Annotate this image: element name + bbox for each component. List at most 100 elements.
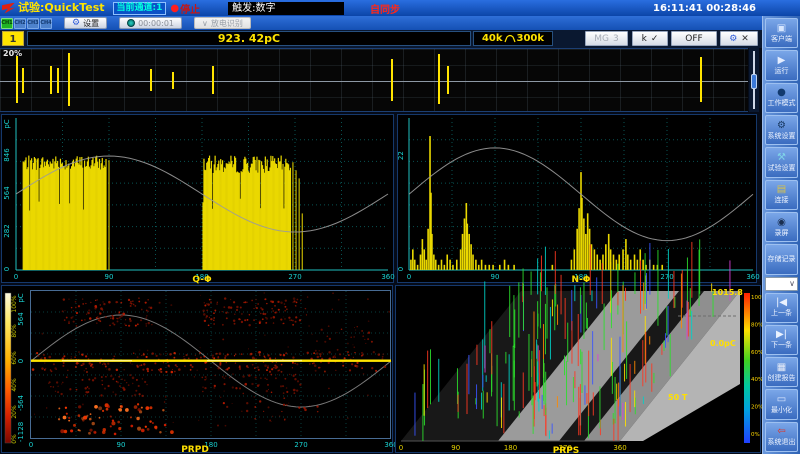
pulse-overview-strip: 20% bbox=[0, 48, 748, 112]
strip-zero-line bbox=[0, 81, 748, 82]
client-icon: ▣ bbox=[777, 24, 786, 34]
app-logo-icon bbox=[2, 3, 15, 14]
close-icon: ✕ bbox=[741, 34, 749, 44]
record-label: 录屏 bbox=[775, 229, 789, 237]
run-icon: ▶ bbox=[778, 56, 786, 66]
test-title: 试验:QuickTest bbox=[18, 0, 105, 16]
mg-label: MG bbox=[594, 34, 609, 44]
measurement-row: 1 923. 42pC 40k 300k MG 3 k ✓ OFF ⚙ ✕ bbox=[0, 30, 762, 48]
pulse-spike bbox=[700, 57, 702, 102]
discharge-recognition-button: ∨ 放电识别 bbox=[194, 17, 251, 29]
sidebar-item-client[interactable]: ▣客户端 bbox=[765, 18, 798, 48]
svg-text:pC: pC bbox=[17, 293, 25, 302]
svg-text:270: 270 bbox=[660, 273, 673, 281]
channel-3-button[interactable]: CH3 bbox=[27, 18, 39, 29]
elapsed-time: 00:28:46 bbox=[706, 3, 756, 14]
test-settings-label: 试验设置 bbox=[768, 164, 796, 172]
system-settings-label: 系统设置 bbox=[768, 132, 796, 140]
sidebar-item-create-report[interactable]: ▦创建报告 bbox=[765, 357, 798, 387]
sidebar-item-minimize[interactable]: ▭最小化 bbox=[765, 389, 798, 419]
channel-4-button[interactable]: CH4 bbox=[40, 18, 52, 29]
channel-number-badge: 1 bbox=[2, 31, 24, 46]
sidebar-record-select-dropdown[interactable]: ∨ bbox=[765, 277, 798, 291]
clock-icon bbox=[127, 19, 135, 27]
connect-label: 连接 bbox=[775, 196, 789, 204]
gain-percent-label: 20% bbox=[3, 49, 22, 58]
timer-value: 00:00:01 bbox=[138, 19, 174, 28]
sidebar-item-previous[interactable]: |◀上一条 bbox=[765, 293, 798, 323]
pulse-spike bbox=[50, 66, 52, 94]
create-report-label: 创建报告 bbox=[768, 374, 796, 382]
timer-button[interactable]: 00:00:01 bbox=[119, 17, 182, 29]
pulse-spike bbox=[57, 68, 59, 93]
current-channel-badge: 当前通道:1 bbox=[113, 2, 167, 15]
title-bar: 试验:QuickTest 当前通道:1 ● 停止 触发:数字 自同步 16:11… bbox=[0, 0, 800, 16]
svg-text:360: 360 bbox=[381, 273, 394, 281]
exit-label: 系统退出 bbox=[768, 438, 796, 446]
svg-text:PRPS: PRPS bbox=[553, 446, 580, 454]
svg-text:282: 282 bbox=[3, 224, 11, 237]
svg-text:pC: pC bbox=[3, 119, 11, 128]
work-mode-label: 工作模式 bbox=[768, 99, 796, 107]
previous-label: 上一条 bbox=[771, 309, 792, 317]
gear-close-button[interactable]: ⚙ ✕ bbox=[720, 31, 758, 46]
channel-toolbar: CH1 CH2 CH3 CH4 ⚙ 设置 00:00:01 ∨ 放电识别 bbox=[0, 16, 762, 30]
sidebar-item-next[interactable]: ▶|下一条 bbox=[765, 325, 798, 355]
pd-instrument-window: 试验:QuickTest 当前通道:1 ● 停止 触发:数字 自同步 16:11… bbox=[0, 0, 800, 454]
svg-text:0: 0 bbox=[29, 441, 33, 449]
settings-button[interactable]: ⚙ 设置 bbox=[64, 17, 107, 29]
sidebar-item-connect[interactable]: ▤连接 bbox=[765, 180, 798, 210]
pulse-spike bbox=[16, 56, 18, 104]
trigger-mode-box: 触发:数字 bbox=[228, 2, 344, 15]
unit-k-button[interactable]: k ✓ bbox=[632, 31, 668, 46]
svg-text:N-Φ: N-Φ bbox=[572, 275, 591, 285]
svg-text:360: 360 bbox=[746, 273, 759, 281]
svg-text:270: 270 bbox=[288, 273, 301, 281]
qphi-chart: 0901802703600282564846pCQ-Φ bbox=[1, 114, 394, 283]
pulse-spike bbox=[447, 66, 449, 94]
run-label: 运行 bbox=[775, 67, 789, 75]
svg-text:90: 90 bbox=[105, 273, 114, 281]
svg-text:PRPD: PRPD bbox=[181, 445, 209, 454]
sidebar-item-exit[interactable]: ⇦系统退出 bbox=[765, 422, 798, 452]
off-button[interactable]: OFF bbox=[671, 31, 717, 46]
sidebar-item-run[interactable]: ▶运行 bbox=[765, 50, 798, 80]
system-settings-icon: ⚙ bbox=[777, 121, 786, 131]
clock-elapsed: 16:11:41 00:28:46 bbox=[653, 3, 756, 14]
nphi-svg: 090180270360022N-Φ bbox=[398, 115, 756, 282]
strip-scrollbar[interactable] bbox=[749, 48, 759, 112]
stop-indicator-icon: ● bbox=[170, 3, 179, 14]
sidebar-item-storage-records[interactable]: 存储记录 bbox=[765, 244, 798, 274]
band-high: 300k bbox=[517, 33, 545, 44]
gear-icon: ⚙ bbox=[72, 18, 80, 28]
svg-text:Q-Φ: Q-Φ bbox=[192, 275, 212, 285]
next-icon: ▶| bbox=[776, 330, 787, 340]
sidebar-item-work-mode[interactable]: ●工作模式 bbox=[765, 83, 798, 113]
previous-icon: |◀ bbox=[776, 298, 787, 308]
discharge-recognition-label: 放电识别 bbox=[211, 18, 243, 29]
sidebar-item-test-settings[interactable]: ⚒试验设置 bbox=[765, 147, 798, 177]
svg-text:50 T: 50 T bbox=[668, 393, 688, 402]
scrollbar-thumb[interactable] bbox=[751, 74, 757, 89]
pulse-spike bbox=[172, 72, 174, 89]
work-mode-icon: ● bbox=[777, 88, 786, 98]
test-settings-icon: ⚒ bbox=[777, 153, 786, 163]
sidebar-item-system-settings[interactable]: ⚙系统设置 bbox=[765, 115, 798, 145]
channel-2-button[interactable]: CH2 bbox=[14, 18, 26, 29]
charge-reading: 923. 42pC bbox=[27, 31, 471, 46]
channel-1-button[interactable]: CH1 bbox=[1, 18, 13, 29]
prpd-chart: 100%80%60%40%20%0%pC5640-564-11280901802… bbox=[1, 285, 393, 453]
off-label: OFF bbox=[685, 34, 702, 44]
next-label: 下一条 bbox=[771, 341, 792, 349]
prps-3d-chart: 090180270360PRPS1015.80.0pC50 T100%80%60… bbox=[395, 285, 761, 453]
storage-records-label: 存储记录 bbox=[768, 255, 796, 263]
record-icon: ◉ bbox=[777, 218, 786, 228]
sidebar-menu: ▣客户端▶运行●工作模式⚙系统设置⚒试验设置▤连接◉录屏存储记录∨|◀上一条▶|… bbox=[762, 16, 800, 454]
nphi-chart: 090180270360022N-Φ bbox=[397, 114, 757, 283]
sidebar-item-record[interactable]: ◉录屏 bbox=[765, 212, 798, 242]
prps-svg: 090180270360PRPS1015.80.0pC50 T100%80%60… bbox=[396, 286, 762, 454]
gear-icon: ⚙ bbox=[729, 34, 737, 44]
mg-button[interactable]: MG 3 bbox=[585, 31, 628, 46]
stop-label: 停止 bbox=[180, 1, 200, 16]
self-sync-label: 自同步 bbox=[370, 1, 400, 16]
